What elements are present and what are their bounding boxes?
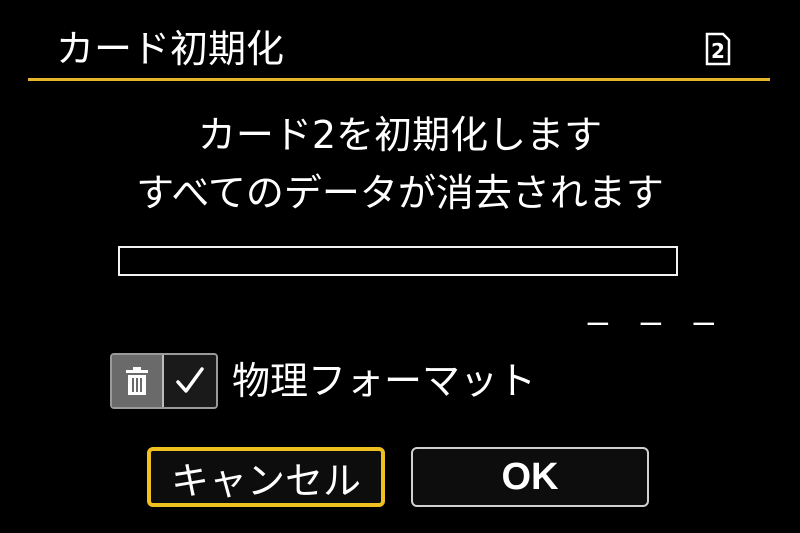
title-divider — [28, 78, 770, 81]
format-progress-bar — [118, 246, 678, 276]
checkmark-icon — [176, 367, 204, 393]
page-title: カード初期化 — [56, 27, 285, 71]
checkbox[interactable] — [162, 355, 216, 407]
card-slot-icon: 2 — [705, 32, 731, 66]
ok-button[interactable]: OK — [411, 447, 649, 507]
cancel-button[interactable]: キャンセル — [147, 447, 385, 507]
trash-icon — [112, 355, 162, 407]
card-slot-number: 2 — [711, 39, 725, 63]
option-label: 物理フォーマット — [232, 359, 537, 403]
remaining-time: – – – — [587, 302, 720, 342]
message-line-2: すべてのデータが消去されます — [136, 171, 664, 215]
option-toggle[interactable] — [110, 353, 218, 409]
message-line-1: カード2を初期化します — [197, 113, 603, 157]
low-level-format-option[interactable]: 物理フォーマット — [110, 353, 536, 409]
